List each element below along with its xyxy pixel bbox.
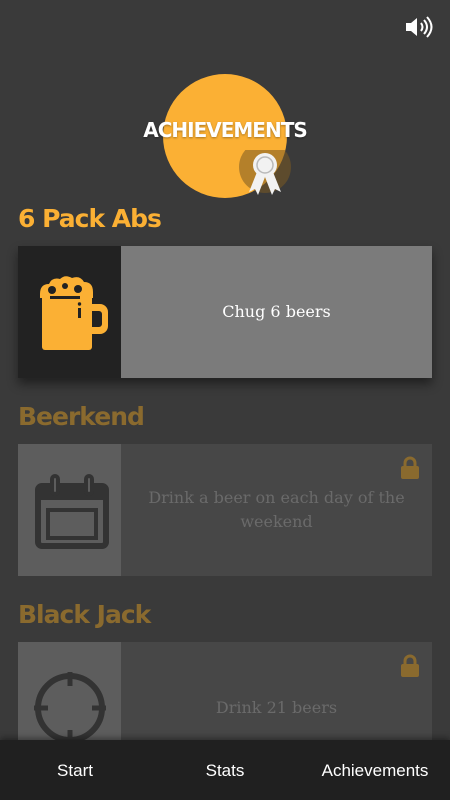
achievement-description: Drink a beer on each day of the weekend — [121, 444, 432, 576]
calendar-icon — [34, 474, 109, 549]
beer-mug-icon — [39, 276, 108, 350]
speaker-volume-icon — [406, 16, 433, 38]
achievement-description-text: Drink 21 beers — [215, 698, 338, 717]
bottom-tab-bar: Start Stats Achievements — [0, 740, 450, 800]
crosshair-icon — [33, 672, 106, 744]
tab-start[interactable]: Start — [0, 759, 150, 781]
page-title: ACHIEVEMENTS — [143, 118, 308, 142]
achievement-description-text: Drink a beer on each day of the weekend — [148, 488, 405, 531]
achievement-card-6-pack-abs[interactable]: Chug 6 beers — [18, 246, 432, 378]
achievement-title-6-pack-abs: 6 Pack Abs — [18, 204, 162, 233]
achievement-icon-tile — [18, 444, 121, 576]
achievement-title-black-jack: Black Jack — [18, 600, 151, 629]
achievement-title-beerkend: Beerkend — [18, 402, 145, 431]
achievement-description: Chug 6 beers — [121, 246, 432, 378]
tab-achievements[interactable]: Achievements — [300, 759, 450, 781]
achievement-icon-tile — [18, 246, 121, 378]
lock-icon — [401, 654, 419, 677]
achievement-card-beerkend[interactable]: Drink a beer on each day of the weekend — [18, 444, 432, 576]
award-ribbon-icon — [235, 141, 291, 200]
tab-stats[interactable]: Stats — [150, 759, 300, 781]
lock-icon — [401, 456, 419, 479]
sound-toggle-button[interactable] — [404, 14, 434, 40]
